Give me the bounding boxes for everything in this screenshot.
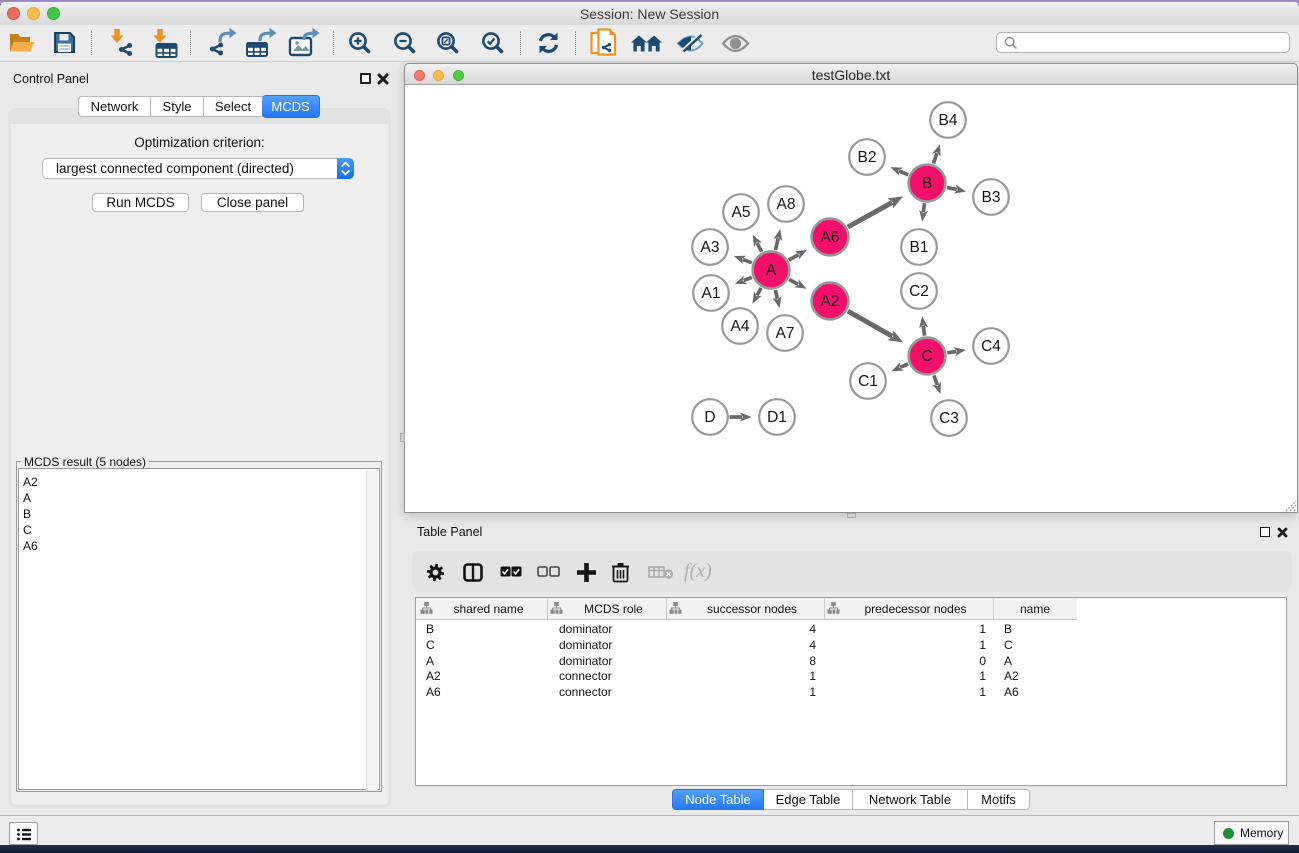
svg-text:A4: A4 [731, 318, 750, 335]
svg-text:B2: B2 [858, 149, 877, 166]
svg-text:A7: A7 [776, 325, 795, 342]
svg-text:A: A [766, 262, 777, 279]
svg-text:C3: C3 [939, 410, 959, 427]
svg-text:B3: B3 [982, 189, 1001, 206]
svg-text:A3: A3 [701, 239, 720, 256]
svg-text:C1: C1 [858, 373, 878, 390]
svg-text:D: D [704, 409, 715, 426]
svg-text:B4: B4 [939, 112, 958, 129]
svg-text:C4: C4 [981, 338, 1001, 355]
svg-text:B1: B1 [910, 239, 929, 256]
svg-text:A2: A2 [821, 293, 840, 310]
svg-text:A5: A5 [732, 204, 751, 221]
svg-text:B: B [922, 175, 932, 192]
svg-text:D1: D1 [767, 409, 787, 426]
svg-text:A6: A6 [821, 229, 840, 246]
svg-text:A1: A1 [702, 285, 721, 302]
svg-text:C2: C2 [909, 283, 929, 300]
svg-text:C: C [921, 348, 932, 365]
svg-text:A8: A8 [777, 196, 796, 213]
